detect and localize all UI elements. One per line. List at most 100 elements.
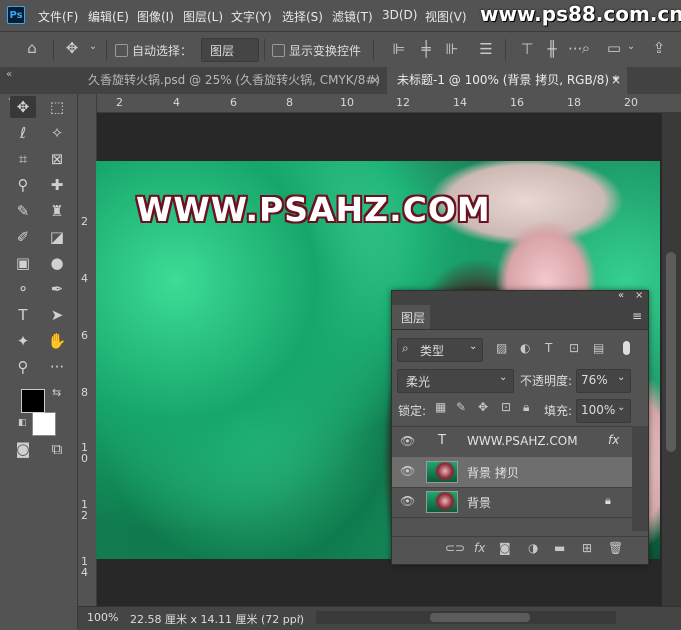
zoom-tool-icon[interactable]: ⚲ [10,356,36,378]
hand-tool-icon[interactable]: ✋ [44,330,70,352]
new-layer-icon[interactable]: ⊞ [582,541,592,555]
magic-wand-icon[interactable]: ✧ [44,122,70,144]
align-middle-icon[interactable]: ╫ [545,40,559,58]
foreground-color-swatch[interactable] [21,389,45,413]
menu-edit[interactable]: 编辑(E) [88,8,129,25]
layer-filter-dropdown[interactable]: ⌕ 类型 ⌄ [397,338,483,362]
align-center-icon[interactable]: ╪ [419,40,433,58]
chevron-down-icon[interactable]: ⌄ [87,41,99,52]
eraser-icon[interactable]: ◪ [44,226,70,248]
swap-colors-icon[interactable]: ⇆ [52,386,61,399]
tab-layers[interactable]: 图层 [392,305,430,329]
fx-badge[interactable]: fx [608,433,619,447]
vertical-scrollbar[interactable] [662,112,681,606]
layer-row-background-copy[interactable]: 👁︎ 背景 拷贝 [392,457,632,488]
default-colors-icon[interactable]: ◧ [18,418,27,428]
layer-row-text[interactable]: 👁︎ T WWW.PSAHZ.COM fx [392,427,632,458]
healing-brush-icon[interactable]: ✚ [44,174,70,196]
delete-layer-icon[interactable]: 🗑︎ [608,541,623,555]
menu-view[interactable]: 视图(V) [425,8,467,25]
menu-layer[interactable]: 图层(L) [183,8,223,25]
type-tool-icon[interactable]: T [10,304,36,326]
move-tool-icon[interactable]: ✥ [10,96,36,118]
menu-image[interactable]: 图像(I) [137,8,174,25]
menu-type[interactable]: 文字(Y) [231,8,272,25]
dodge-tool-icon[interactable]: ⚬ [10,278,36,300]
lock-transparent-icon[interactable]: ▦ [435,400,446,414]
adjustment-layer-icon[interactable]: ◑ [528,541,538,555]
screen-mode-icon[interactable]: ⧉ [44,438,70,460]
link-layers-icon[interactable]: ⊂⊃ [445,541,465,555]
share-icon[interactable]: ⇪ [649,39,669,57]
distribute-icon[interactable]: ☰ [478,40,494,58]
filter-shape-icon[interactable]: ⊡ [569,341,579,355]
frame-tool-icon[interactable]: ⊠ [44,148,70,170]
visibility-eye-icon[interactable]: 👁︎ [400,494,415,508]
tab-document-2[interactable]: 未标题-1 @ 100% (背景 拷贝, RGB/8) * × [387,67,627,94]
lasso-tool-icon[interactable]: ℓ [10,122,36,144]
filter-pixel-icon[interactable]: ▨ [496,341,507,355]
menu-select[interactable]: 选择(S) [282,8,323,25]
menu-filter[interactable]: 滤镜(T) [332,8,373,25]
panel-menu-icon[interactable]: ≡ [632,309,642,323]
canvas-text-layer[interactable]: WWW.PSAHZ.COM [136,190,491,229]
home-icon[interactable]: ⌂ [22,39,42,57]
chevron-down-icon[interactable]: ⌄ [626,41,636,52]
more-tools-icon[interactable]: ··· [44,356,70,378]
lock-all-icon[interactable]: 🔒︎ [523,400,529,415]
show-transform-checkbox[interactable] [272,44,285,57]
horizontal-scrollbar[interactable] [316,611,616,624]
auto-select-target-dropdown[interactable]: 图层 [201,38,259,62]
workspace-icon[interactable]: ▭ [604,39,624,57]
collapse-icon[interactable]: « [618,290,624,301]
scrollbar-thumb[interactable] [430,613,530,622]
history-brush-icon[interactable]: ✐ [10,226,36,248]
path-selection-icon[interactable]: ➤ [44,304,70,326]
auto-select-checkbox[interactable] [115,44,128,57]
filter-toggle-icon[interactable] [623,341,630,355]
visibility-eye-icon[interactable]: 👁︎ [400,464,415,478]
menu-file[interactable]: 文件(F) [38,8,78,25]
opacity-input[interactable]: 76% ⌄ [576,369,631,393]
move-tool-icon[interactable]: ✥ [62,39,82,57]
scrollbar-thumb[interactable] [666,252,676,452]
status-arrow-icon[interactable]: › [297,610,301,623]
zoom-level[interactable]: 100% [87,611,118,624]
eyedropper-icon[interactable]: ⚲ [10,174,36,196]
pen-tool-icon[interactable]: ✒ [44,278,70,300]
crop-tool-icon[interactable]: ⌗ [10,148,36,170]
align-left-icon[interactable]: ⊫ [392,40,406,58]
brush-tool-icon[interactable]: ✎ [10,200,36,222]
align-top-icon[interactable]: ⊤ [520,40,534,58]
collapse-panels-icon[interactable]: « [6,69,12,80]
marquee-tool-icon[interactable]: ⬚ [44,96,70,118]
close-icon[interactable]: × [370,67,380,93]
menu-3d[interactable]: 3D(D) [382,8,417,22]
filter-adjustment-icon[interactable]: ◐ [520,341,530,355]
stamp-tool-icon[interactable]: ♜ [44,200,70,222]
panel-header-strip[interactable]: « × [392,290,648,305]
gradient-tool-icon[interactable]: ▣ [10,252,36,274]
layer-list-scrollbar[interactable] [632,426,648,531]
align-right-icon[interactable]: ⊪ [445,40,459,58]
lock-position-icon[interactable]: ✥ [478,400,488,414]
visibility-eye-icon[interactable]: 👁︎ [400,434,415,448]
lock-artboard-icon[interactable]: ⊡ [501,400,511,414]
quick-mask-icon[interactable]: ◙ [10,438,36,460]
lock-pixels-icon[interactable]: ✎ [456,400,466,414]
blend-mode-dropdown[interactable]: 柔光 ⌄ [397,369,514,393]
add-mask-icon[interactable]: ◙ [499,541,511,555]
layer-row-background[interactable]: 👁︎ 背景 🔒︎ [392,487,632,518]
layer-style-icon[interactable]: fx [474,541,485,555]
filter-type-icon[interactable]: T [545,341,552,355]
close-icon[interactable]: × [635,290,643,301]
close-icon[interactable]: × [611,67,621,93]
background-color-swatch[interactable] [32,412,56,436]
new-group-icon[interactable]: ▬ [554,541,565,555]
fill-input[interactable]: 100% ⌄ [576,399,631,423]
filter-smart-object-icon[interactable]: ▤ [593,341,604,355]
tab-document-1[interactable]: 久香旋转火锅.psd @ 25% (久香旋转火锅, CMYK/8#) × [78,67,387,94]
search-icon[interactable]: ⌕ [578,39,594,57]
blur-tool-icon[interactable]: ● [44,252,70,274]
shape-tool-icon[interactable]: ✦ [10,330,36,352]
